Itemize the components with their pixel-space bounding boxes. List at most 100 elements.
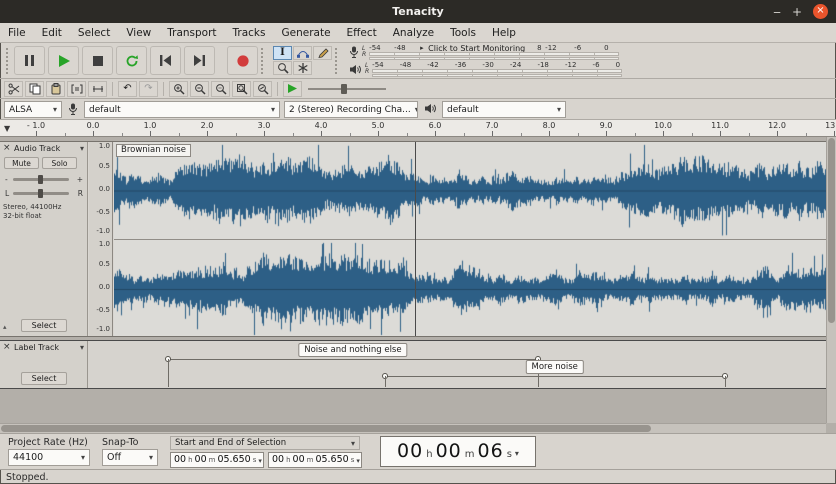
channel-labels: LR: [362, 46, 366, 58]
project-rate-select[interactable]: 44100▾: [8, 449, 90, 466]
label-text[interactable]: More noise: [525, 360, 583, 374]
menu-item-tools[interactable]: Tools: [442, 27, 484, 39]
timeline-ruler[interactable]: ▼ - 1.00.01.02.03.04.05.06.07.08.09.010.…: [0, 120, 836, 137]
pause-button[interactable]: [14, 46, 45, 75]
timeline-tick: [834, 131, 835, 136]
loop-button[interactable]: [116, 46, 147, 75]
menu-item-generate[interactable]: Generate: [273, 27, 338, 39]
fit-selection-button[interactable]: [211, 81, 230, 97]
timeline-minor-tick: [464, 133, 465, 136]
menu-item-edit[interactable]: Edit: [34, 27, 70, 39]
silence-selection-button[interactable]: [88, 81, 107, 97]
track-select-button[interactable]: Select: [21, 372, 67, 385]
toolbar-grip[interactable]: [6, 48, 11, 74]
track-name-tag: Brownian noise: [116, 144, 191, 157]
menu-item-analyze[interactable]: Analyze: [385, 27, 442, 39]
pan-slider[interactable]: L R: [0, 188, 88, 200]
speed-slider-thumb[interactable]: [341, 84, 347, 94]
playback-speed-slider[interactable]: [308, 83, 386, 95]
vertical-scrollbar[interactable]: [826, 137, 836, 423]
track-select-button[interactable]: Select: [21, 319, 67, 332]
hscroll-thumb[interactable]: [1, 425, 651, 432]
skip-to-end-button[interactable]: [184, 46, 215, 75]
paste-button[interactable]: [46, 81, 65, 97]
time-digits: 00: [195, 454, 207, 465]
zoom-toggle-button[interactable]: [253, 81, 272, 97]
menu-item-effect[interactable]: Effect: [339, 27, 385, 39]
scale-label: -0.5: [96, 307, 110, 314]
menu-item-select[interactable]: Select: [70, 27, 118, 39]
menu-item-transport[interactable]: Transport: [159, 27, 224, 39]
record-button[interactable]: [227, 46, 258, 75]
close-button[interactable]: ×: [813, 4, 828, 19]
undo-icon: ↶: [123, 84, 131, 94]
trim-outside-selection-button[interactable]: [67, 81, 86, 97]
audio-position-display[interactable]: 00h00m06s▾: [380, 436, 536, 467]
selection-tool-button[interactable]: I: [273, 46, 292, 60]
pan-slider-thumb[interactable]: [38, 189, 43, 198]
time-unit: h: [426, 449, 432, 460]
maximize-button[interactable]: +: [792, 6, 802, 18]
play-at-speed-button[interactable]: [283, 81, 302, 97]
draw-tool-button[interactable]: [313, 46, 332, 60]
track-menu-button[interactable]: ▾: [80, 343, 84, 352]
skip-to-start-button[interactable]: [150, 46, 181, 75]
tools-toolbar: I: [273, 46, 332, 75]
track-close-button[interactable]: ×: [3, 342, 11, 352]
gain-slider[interactable]: - +: [0, 174, 88, 186]
snap-to-select[interactable]: Off▾: [102, 449, 158, 466]
fit-project-button[interactable]: [232, 81, 251, 97]
recording-channels-select[interactable]: 2 (Stereo) Recording Cha...▾: [284, 101, 418, 118]
label-text[interactable]: Noise and nothing else: [298, 343, 407, 357]
scale-label: -1.0: [96, 228, 110, 235]
solo-button[interactable]: Solo: [42, 157, 77, 169]
recording-meter[interactable]: LR -54 -48 ▸ Click to Start Monitoring 8…: [349, 44, 628, 60]
menu-item-tracks[interactable]: Tracks: [225, 27, 274, 39]
envelope-tool-button[interactable]: [293, 46, 312, 60]
track-close-button[interactable]: ×: [3, 143, 11, 153]
menu-item-file[interactable]: File: [0, 27, 34, 39]
menu-item-view[interactable]: View: [118, 27, 159, 39]
selection-end-field[interactable]: 00h00m05.650s▾: [268, 452, 362, 468]
waveform-channel-right[interactable]: [114, 240, 826, 338]
playback-device-select[interactable]: default▾: [442, 101, 566, 118]
waveform-channel-left[interactable]: [114, 142, 826, 239]
playback-meter[interactable]: LR -54-48-42-36-30-24-18-12-60: [349, 61, 628, 77]
toolbar-grip[interactable]: [261, 48, 266, 74]
zoom-in-button[interactable]: [169, 81, 188, 97]
vscroll-thumb[interactable]: [828, 138, 835, 323]
label-area[interactable]: Noise and nothing else More noise: [89, 341, 826, 388]
menu-item-help[interactable]: Help: [484, 27, 524, 39]
timeline-options-button[interactable]: ▼: [4, 124, 10, 133]
time-digits: 00: [272, 454, 284, 465]
multi-tool-button[interactable]: [293, 61, 312, 75]
selection-mode-select[interactable]: Start and End of Selection▾: [170, 436, 360, 450]
zoom-fit-icon: [236, 83, 248, 95]
zoom-tool-button[interactable]: [273, 61, 292, 75]
label-range-line: [168, 359, 537, 360]
chevron-down-icon: ▾: [49, 105, 57, 114]
track-menu-button[interactable]: ▾: [80, 144, 84, 153]
play-button[interactable]: [48, 46, 79, 75]
stop-button[interactable]: [82, 46, 113, 75]
redo-button[interactable]: ↷: [139, 81, 158, 97]
gain-slider-thumb[interactable]: [38, 175, 43, 184]
selection-start-field[interactable]: 00h00m05.650s▾: [170, 452, 264, 468]
recording-device-select[interactable]: default▾: [84, 101, 280, 118]
cut-button[interactable]: [4, 81, 23, 97]
toolbar-grip[interactable]: [335, 48, 340, 74]
collapse-track-button[interactable]: ▴: [3, 323, 7, 331]
zoom-out-button[interactable]: [190, 81, 209, 97]
audio-host-select[interactable]: ALSA▾: [4, 101, 62, 118]
undo-button[interactable]: ↶: [118, 81, 137, 97]
timeline-minor-tick: [749, 133, 750, 136]
timeline-label: - 1.0: [27, 121, 45, 130]
vertical-scale-ruler[interactable]: 1.00.50.0-0.5-1.01.00.50.0-0.5-1.0: [89, 142, 113, 336]
mute-button[interactable]: Mute: [4, 157, 39, 169]
zoom-toggle-icon: [257, 83, 269, 95]
timeline-tick: [435, 131, 436, 136]
minimize-button[interactable]: ‒: [773, 6, 781, 18]
copy-button[interactable]: [25, 81, 44, 97]
playback-meter-scale: -54-48-42-36-30-24-18-12-60: [372, 61, 620, 69]
horizontal-scrollbar[interactable]: [0, 423, 826, 433]
